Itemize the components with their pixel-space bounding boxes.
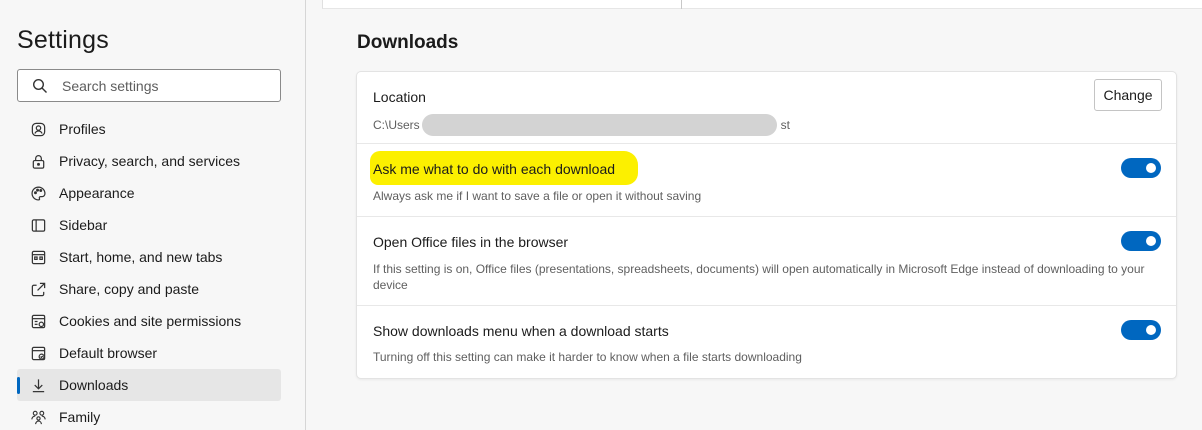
profile-icon [29,120,47,138]
downloads-settings-card: Location C:\Users st Change Ask me what t… [356,71,1177,379]
setting-row-ask-each-download: Ask me what to do with each download Alw… [357,144,1176,217]
location-path: C:\Users st [373,114,791,137]
sidebar-item-label: Default browser [59,345,158,361]
sidebar-item-share-copy[interactable]: Share, copy and paste [17,273,281,305]
sidebar-item-label: Cookies and site permissions [59,313,242,329]
sidebar-item-label: Downloads [59,377,129,393]
toggle-knob [1146,236,1156,246]
setting-title: Show downloads menu when a download star… [373,323,669,339]
sidebar-item-label: Appearance [59,185,135,201]
sidebar-item-label: Profiles [59,121,106,137]
location-path-end: st [780,118,791,133]
redacted-path [421,114,777,136]
lock-icon [29,152,47,170]
location-row: Location C:\Users st Change [357,72,1176,144]
office-files-toggle[interactable] [1121,231,1161,251]
sidebar-icon [29,216,47,234]
cookie-permissions-icon [29,312,47,330]
ask-each-download-toggle[interactable] [1121,158,1161,178]
setting-description: Always ask me if I want to save a file o… [373,189,702,203]
family-icon [29,408,47,426]
sidebar-item-label: Share, copy and paste [59,281,200,297]
settings-sidebar: Settings Profiles Privacy, search, and s… [0,0,306,430]
palette-icon [29,184,47,202]
download-icon [29,376,47,394]
sidebar-item-label: Family [59,409,101,425]
setting-row-office-files: Open Office files in the browser If this… [357,217,1176,306]
location-path-start: C:\Users [373,118,420,133]
sidebar-item-cookies[interactable]: Cookies and site permissions [17,305,281,337]
toggle-knob [1146,163,1156,173]
setting-title: Ask me what to do with each download [373,161,616,177]
sidebar-item-label: Privacy, search, and services [59,153,241,169]
top-content-strip [322,0,1202,9]
settings-title: Settings [17,26,109,54]
settings-nav: Profiles Privacy, search, and services A… [17,113,281,430]
setting-description: If this setting is on, Office files (pre… [373,262,1145,292]
sidebar-item-start-home[interactable]: Start, home, and new tabs [17,241,281,273]
sidebar-item-profiles[interactable]: Profiles [17,113,281,145]
share-icon [29,280,47,298]
setting-title: Open Office files in the browser [373,234,569,250]
sidebar-item-label: Start, home, and new tabs [59,249,223,265]
sidebar-item-privacy[interactable]: Privacy, search, and services [17,145,281,177]
sidebar-item-label: Sidebar [59,217,108,233]
sidebar-item-family[interactable]: Family [17,401,281,430]
sidebar-item-downloads[interactable]: Downloads [17,369,281,401]
top-divider [681,0,682,9]
sidebar-item-appearance[interactable]: Appearance [17,177,281,209]
sidebar-item-sidebar[interactable]: Sidebar [17,209,281,241]
downloads-menu-toggle[interactable] [1121,320,1161,340]
location-label: Location [373,89,426,105]
search-box[interactable] [17,69,281,102]
toggle-knob [1146,325,1156,335]
sidebar-item-default-browser[interactable]: Default browser [17,337,281,369]
page-title: Downloads [357,32,459,53]
setting-row-downloads-menu: Show downloads menu when a download star… [357,306,1176,379]
search-input[interactable] [62,76,272,96]
browser-icon [29,344,47,362]
setting-description: Turning off this setting can make it har… [373,350,802,364]
change-location-button[interactable]: Change [1094,79,1162,111]
search-icon [32,78,47,93]
home-grid-icon [29,248,47,266]
